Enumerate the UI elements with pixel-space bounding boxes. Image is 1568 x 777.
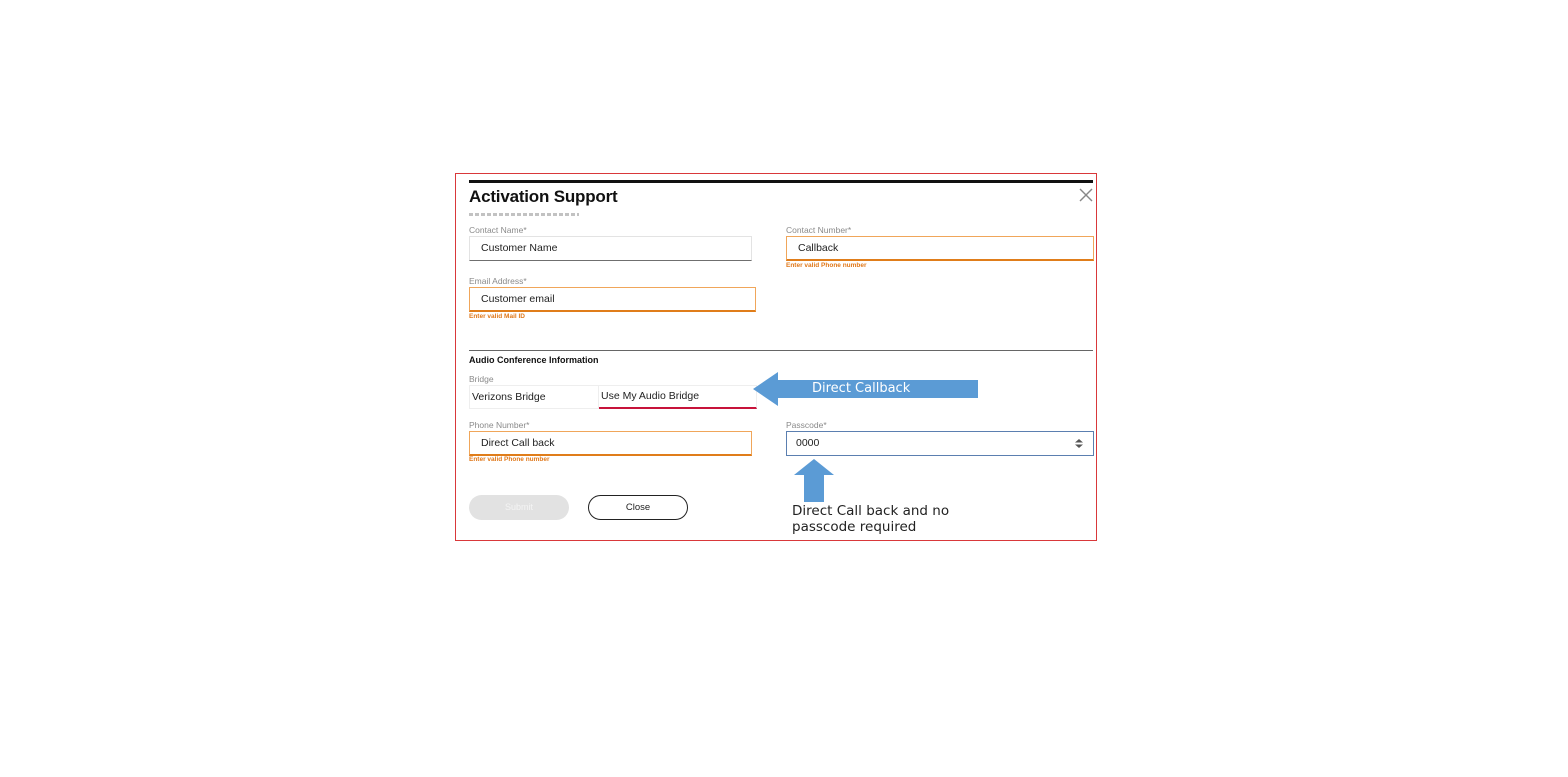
passcode-note: Direct Call back and no passcode require… xyxy=(792,503,1012,535)
annotation-arrows xyxy=(753,372,978,502)
direct-callback-annotation: Direct Callback xyxy=(812,381,911,396)
note-line-2: passcode required xyxy=(792,519,917,535)
note-line-1: Direct Call back and no xyxy=(792,503,950,519)
up-arrow-icon xyxy=(794,459,834,502)
